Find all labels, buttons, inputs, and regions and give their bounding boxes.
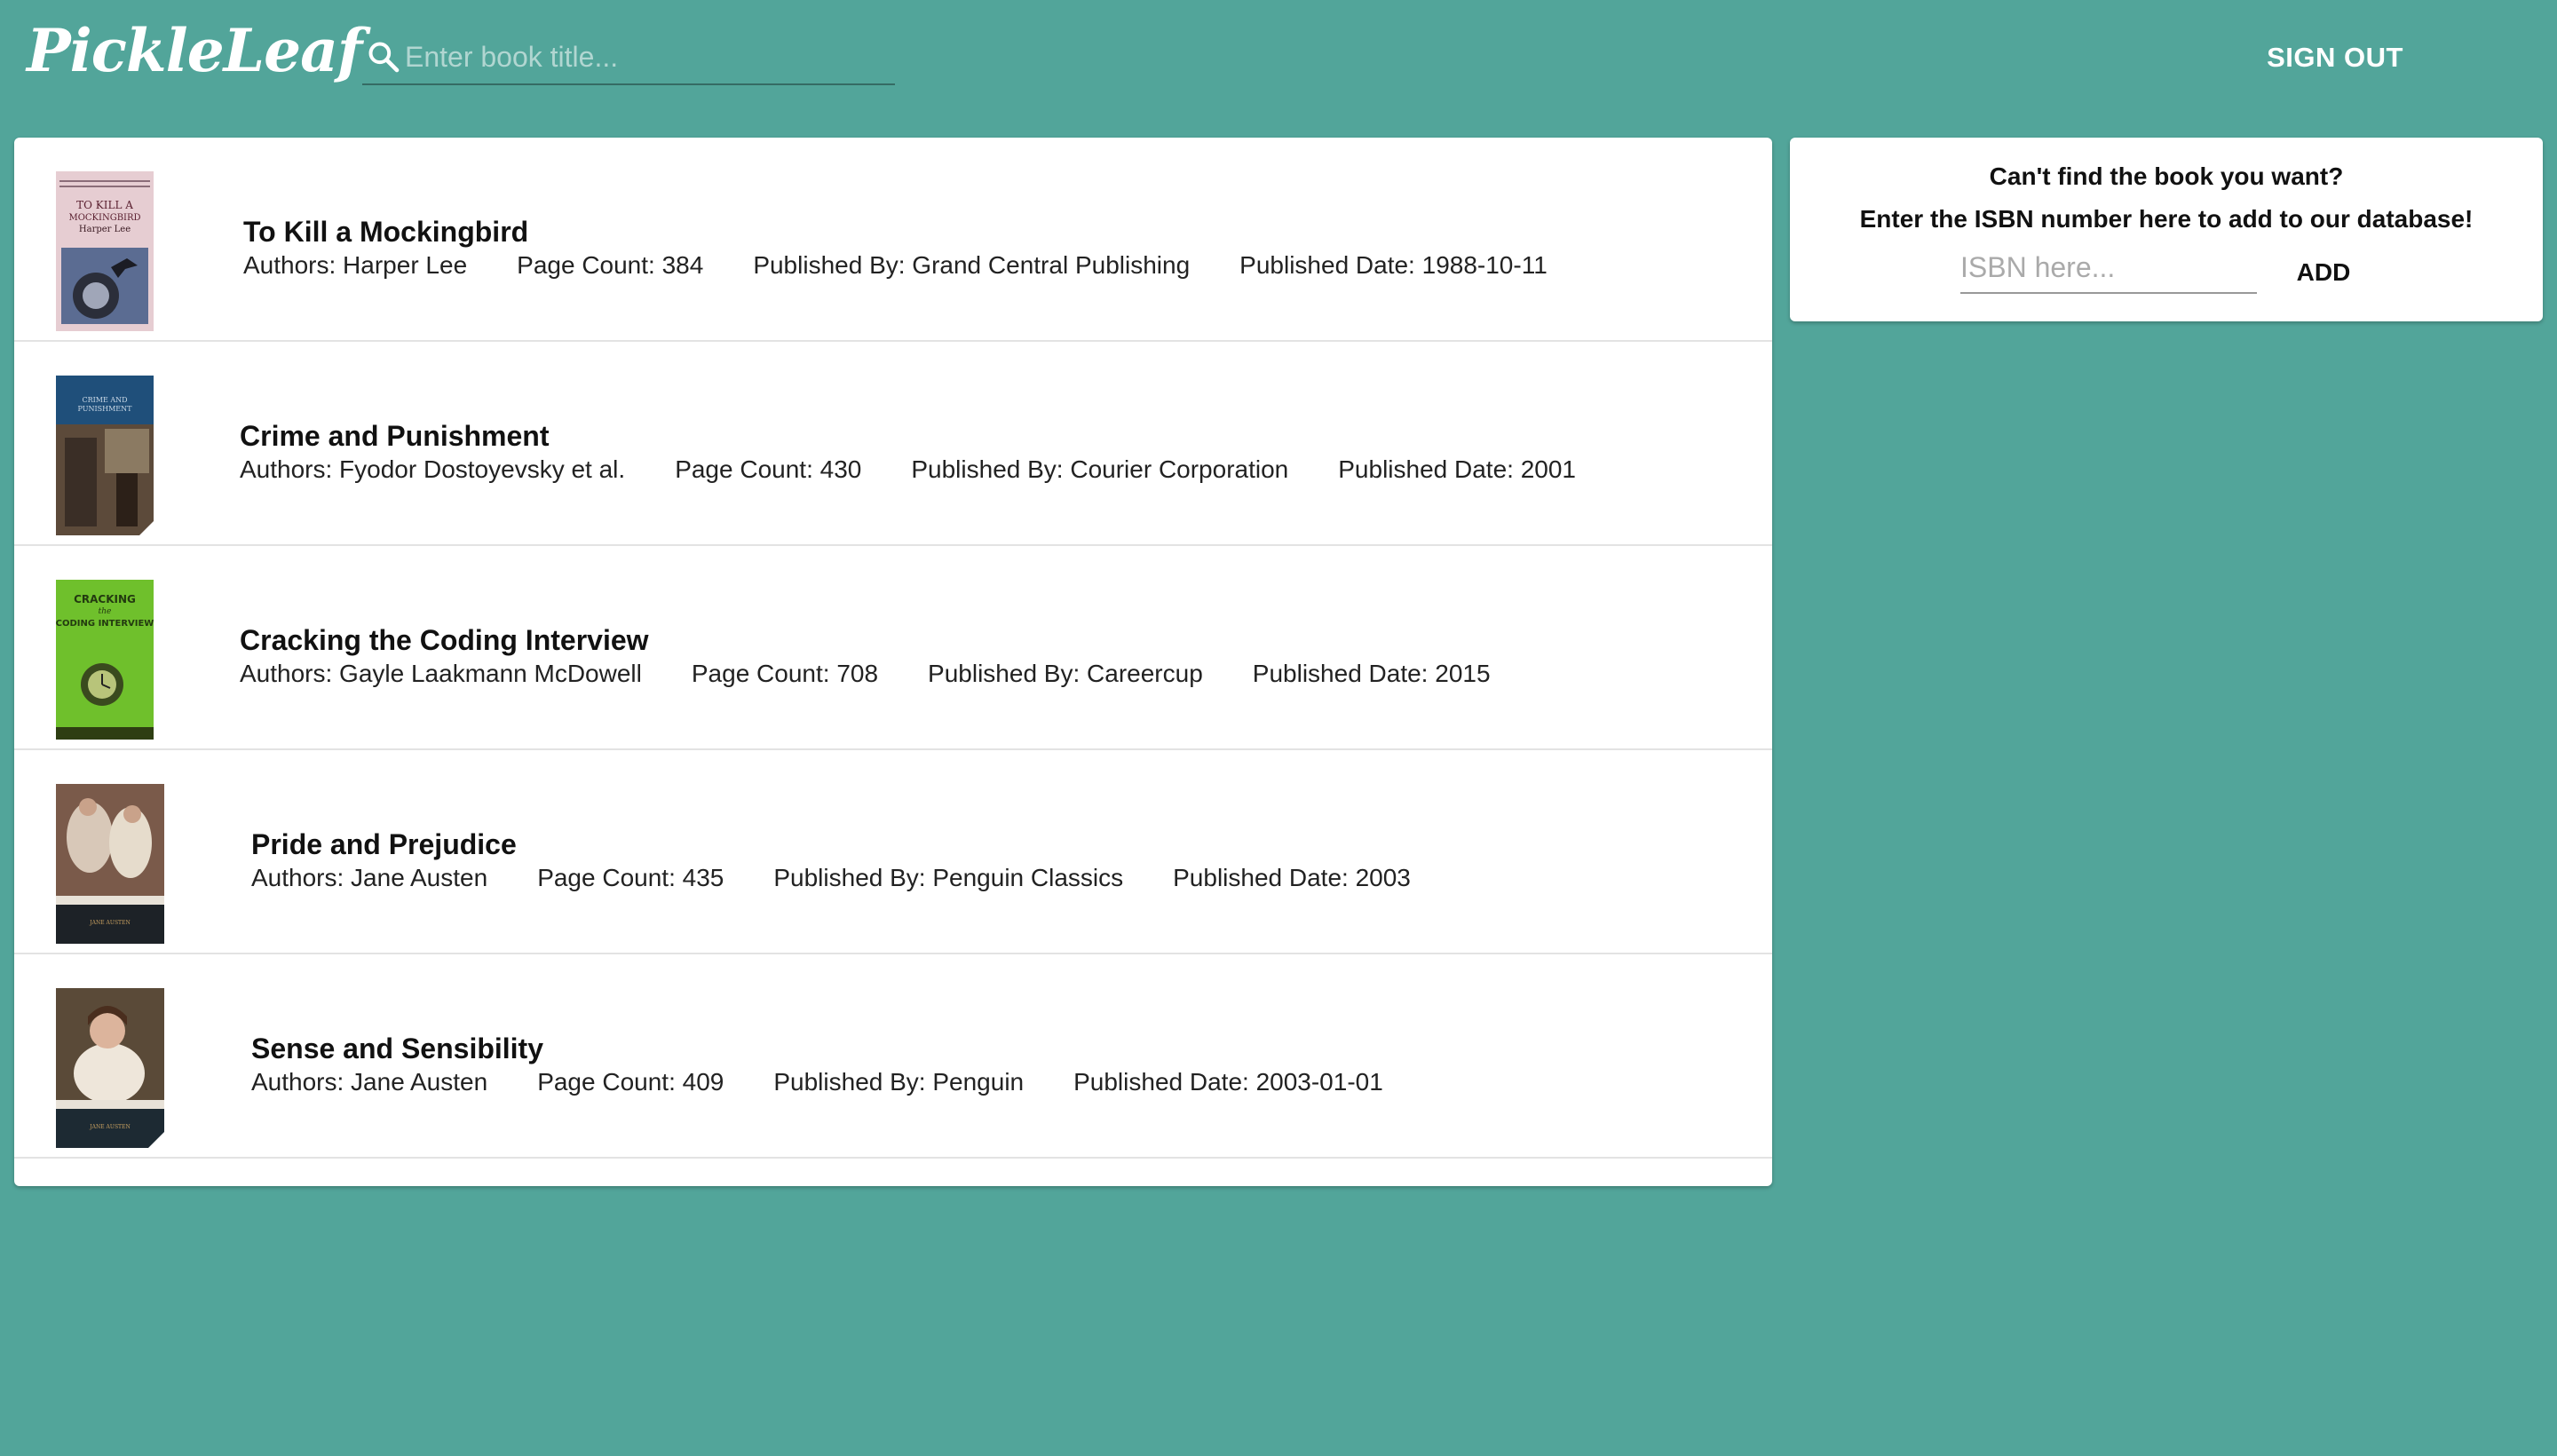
- book-row[interactable]: CRIME AND PUNISHMENT Crime and Punishmen…: [14, 342, 1772, 546]
- top-bar: PickleLeaf SIGN OUT: [0, 0, 2557, 115]
- book-authors: Authors: Jane Austen: [251, 864, 488, 891]
- svg-text:TO KILL A: TO KILL A: [76, 199, 133, 211]
- book-row[interactable]: TO KILL A MOCKINGBIRD Harper Lee To Kill…: [14, 138, 1772, 342]
- sign-out-button[interactable]: SIGN OUT: [2237, 36, 2433, 80]
- book-meta: Authors: Jane Austen Page Count: 435 Publi…: [251, 864, 1461, 892]
- svg-text:MOCKINGBIRD: MOCKINGBIRD: [68, 213, 140, 223]
- book-publisher: Published By: Courier Corporation: [911, 455, 1289, 483]
- add-book-panel: Can't find the book you want? Enter the …: [1790, 138, 2543, 321]
- book-cover: CRACKING the CODING INTERVIEW: [56, 580, 154, 740]
- book-meta: Authors: Gayle Laakmann McDowell Page Cou…: [240, 660, 1540, 688]
- book-cover: JANE AUSTEN: [56, 988, 164, 1148]
- book-publisher: Published By: Careercup: [928, 660, 1203, 687]
- book-publisher: Published By: Penguin Classics: [773, 864, 1124, 891]
- svg-text:JANE AUSTEN: JANE AUSTEN: [89, 1124, 130, 1130]
- book-row[interactable]: JANE AUSTEN Sense and Sensibility Author…: [14, 954, 1772, 1159]
- book-title[interactable]: Sense and Sensibility: [251, 1033, 543, 1065]
- book-cover: JANE AUSTEN: [56, 784, 164, 944]
- book-meta: Authors: Jane Austen Page Count: 409 Publi…: [251, 1068, 1433, 1096]
- book-title[interactable]: Cracking the Coding Interview: [240, 624, 649, 657]
- book-title[interactable]: Crime and Punishment: [240, 420, 550, 453]
- app-logo[interactable]: PickleLeaf: [27, 16, 362, 85]
- isbn-field-wrapper[interactable]: [1960, 244, 2257, 294]
- search-input[interactable]: [405, 36, 884, 78]
- book-page-count: Page Count: 409: [537, 1068, 724, 1096]
- book-list: TO KILL A MOCKINGBIRD Harper Lee To Kill…: [14, 138, 1772, 1186]
- book-row[interactable]: CRACKING the CODING INTERVIEW Cracking t…: [14, 546, 1772, 750]
- search-icon: [368, 42, 400, 73]
- book-cover: CRIME AND PUNISHMENT: [56, 376, 154, 535]
- book-authors: Authors: Gayle Laakmann McDowell: [240, 660, 642, 687]
- book-cover: TO KILL A MOCKINGBIRD Harper Lee: [56, 171, 154, 331]
- svg-text:the: the: [99, 607, 112, 616]
- panel-heading: Can't find the book you want?: [1989, 162, 2344, 190]
- svg-text:PUNISHMENT: PUNISHMENT: [78, 405, 133, 413]
- isbn-input[interactable]: [1960, 248, 2257, 287]
- svg-text:CRACKING: CRACKING: [74, 593, 136, 605]
- search-bar[interactable]: [362, 32, 895, 85]
- book-published-date: Published Date: 2001: [1338, 455, 1576, 483]
- book-row[interactable]: JANE AUSTEN Pride and Prejudice Authors:…: [14, 750, 1772, 954]
- book-title[interactable]: To Kill a Mockingbird: [243, 216, 528, 249]
- book-publisher: Published By: Grand Central Publishing: [753, 251, 1191, 279]
- svg-text:CODING INTERVIEW: CODING INTERVIEW: [56, 619, 154, 629]
- svg-text:Harper Lee: Harper Lee: [79, 225, 131, 234]
- book-page-count: Page Count: 708: [691, 660, 879, 687]
- book-published-date: Published Date: 1988-10-11: [1239, 251, 1548, 279]
- book-publisher: Published By: Penguin: [773, 1068, 1025, 1096]
- book-authors: Authors: Fyodor Dostoyevsky et al.: [240, 455, 626, 483]
- book-meta: Authors: Harper Lee Page Count: 384 Publis…: [243, 251, 1597, 280]
- panel-instructions: Enter the ISBN number here to add to our…: [1859, 205, 2474, 233]
- book-title[interactable]: Pride and Prejudice: [251, 828, 517, 861]
- book-published-date: Published Date: 2003-01-01: [1073, 1068, 1383, 1096]
- book-authors: Authors: Jane Austen: [251, 1068, 488, 1096]
- book-page-count: Page Count: 430: [675, 455, 862, 483]
- book-published-date: Published Date: 2015: [1252, 660, 1491, 687]
- book-page-count: Page Count: 384: [517, 251, 704, 279]
- svg-text:CRIME AND: CRIME AND: [82, 396, 127, 404]
- svg-text:JANE AUSTEN: JANE AUSTEN: [89, 920, 130, 926]
- book-authors: Authors: Harper Lee: [243, 251, 468, 279]
- book-meta: Authors: Fyodor Dostoyevsky et al. Page C…: [240, 455, 1626, 484]
- book-published-date: Published Date: 2003: [1173, 864, 1411, 891]
- book-page-count: Page Count: 435: [537, 864, 724, 891]
- add-button[interactable]: ADD: [2284, 251, 2363, 294]
